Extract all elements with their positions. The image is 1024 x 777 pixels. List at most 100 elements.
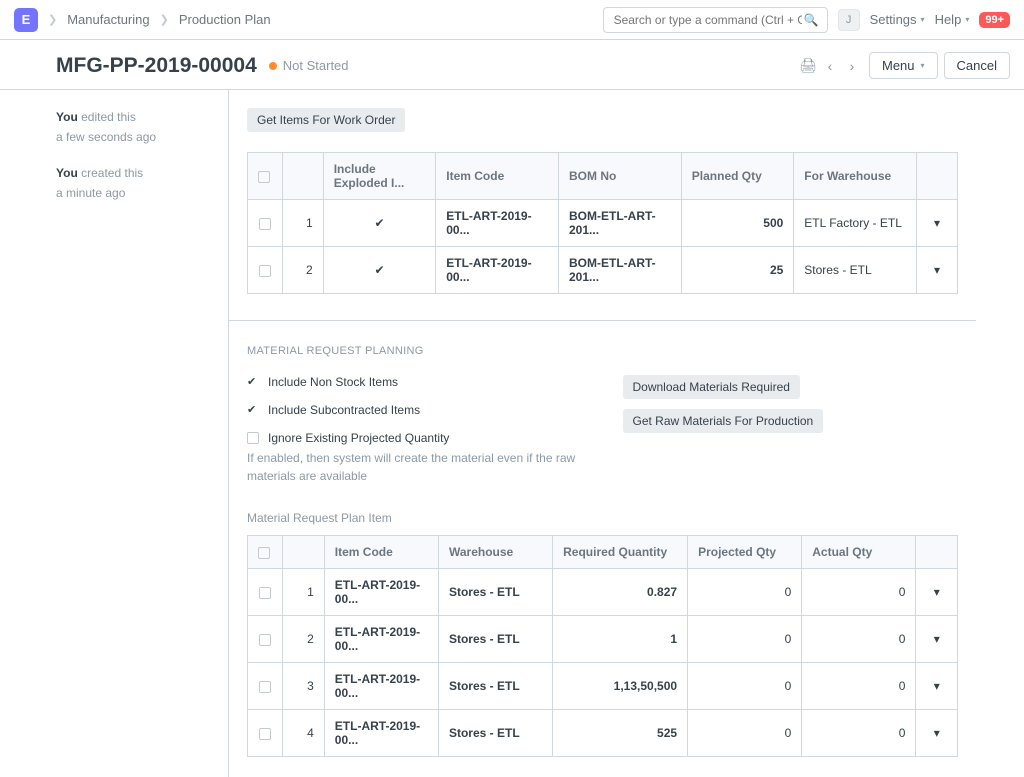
row-checkbox[interactable] [259, 728, 271, 740]
cell-bom-no[interactable]: BOM-ETL-ART-201... [559, 247, 682, 294]
search-input[interactable] [612, 12, 804, 28]
cell-warehouse[interactable]: Stores - ETL [794, 247, 917, 294]
work-order-items-table: Include Exploded I... Item Code BOM No P… [247, 152, 958, 294]
cell-projected-qty[interactable]: 0 [688, 663, 802, 710]
timeline-action: created this [81, 166, 143, 180]
plan-table-title: Material Request Plan Item [247, 511, 958, 525]
checkbox-icon [247, 432, 259, 444]
cell-item-code[interactable]: ETL-ART-2019-00... [436, 200, 559, 247]
chevron-right-icon: ❯ [160, 13, 169, 26]
col-actual-qty[interactable]: Actual Qty [802, 536, 916, 569]
cell-actual-qty[interactable]: 0 [802, 710, 916, 757]
col-warehouse[interactable]: Warehouse [438, 536, 552, 569]
cell-actual-qty[interactable]: 0 [802, 569, 916, 616]
mrp-heading: MATERIAL REQUEST PLANNING [247, 345, 958, 357]
cell-planned-qty[interactable]: 500 [681, 200, 794, 247]
app-logo[interactable]: E [14, 8, 38, 32]
row-checkbox[interactable] [259, 265, 271, 277]
cell-item-code[interactable]: ETL-ART-2019-00... [324, 616, 438, 663]
row-checkbox[interactable] [259, 587, 271, 599]
include-nonstock-checkbox[interactable]: ✔ Include Non Stock Items [247, 375, 583, 389]
row-checkbox[interactable] [259, 681, 271, 693]
material-request-plan-table: Item Code Warehouse Required Quantity Pr… [247, 535, 958, 757]
col-index [282, 153, 323, 200]
col-required-qty[interactable]: Required Quantity [553, 536, 688, 569]
cell-required-qty[interactable]: 0.827 [553, 569, 688, 616]
timeline-actor: You [56, 166, 78, 180]
status-text: Not Started [283, 58, 349, 73]
table-row[interactable]: 3 ETL-ART-2019-00... Stores - ETL 1,13,5… [248, 663, 958, 710]
row-menu-icon[interactable]: ▾ [917, 247, 958, 294]
row-checkbox[interactable] [259, 218, 271, 230]
table-row[interactable]: 2 ETL-ART-2019-00... Stores - ETL 1 0 0 … [248, 616, 958, 663]
topbar: E ❯ Manufacturing ❯ Production Plan 🔍 J … [0, 0, 1024, 40]
cell-bom-no[interactable]: BOM-ETL-ART-201... [559, 200, 682, 247]
cell-projected-qty[interactable]: 0 [688, 616, 802, 663]
page-title: MFG-PP-2019-00004 [56, 54, 257, 78]
print-icon[interactable]: 🖨 [797, 57, 819, 74]
cell-item-code[interactable]: ETL-ART-2019-00... [324, 663, 438, 710]
row-menu-icon[interactable]: ▾ [916, 616, 958, 663]
cell-exploded: ✔ [323, 200, 436, 247]
row-menu-icon[interactable]: ▾ [916, 663, 958, 710]
cell-warehouse[interactable]: Stores - ETL [438, 616, 552, 663]
search-icon: 🔍 [804, 13, 819, 27]
row-index: 1 [283, 569, 325, 616]
get-raw-materials-button[interactable]: Get Raw Materials For Production [623, 409, 824, 433]
settings-label: Settings [870, 12, 917, 27]
cancel-button[interactable]: Cancel [944, 52, 1010, 79]
next-icon[interactable]: › [841, 58, 863, 74]
timeline-entry: You edited this a few seconds ago [56, 108, 216, 146]
notification-badge[interactable]: 99+ [979, 12, 1010, 28]
cell-required-qty[interactable]: 1 [553, 616, 688, 663]
row-index: 3 [283, 663, 325, 710]
ignore-projected-checkbox[interactable]: Ignore Existing Projected Quantity [247, 431, 583, 445]
cell-projected-qty[interactable]: 0 [688, 569, 802, 616]
get-items-work-order-button[interactable]: Get Items For Work Order [247, 108, 405, 132]
col-projected-qty[interactable]: Projected Qty [688, 536, 802, 569]
chevron-right-icon: ❯ [48, 13, 57, 26]
include-subcontracted-checkbox[interactable]: ✔ Include Subcontracted Items [247, 403, 583, 417]
col-item-code[interactable]: Item Code [436, 153, 559, 200]
user-avatar[interactable]: J [838, 9, 860, 31]
row-menu-icon[interactable]: ▾ [917, 200, 958, 247]
table-row[interactable]: 2 ✔ ETL-ART-2019-00... BOM-ETL-ART-201..… [248, 247, 958, 294]
table-row[interactable]: 1 ✔ ETL-ART-2019-00... BOM-ETL-ART-201..… [248, 200, 958, 247]
row-menu-icon[interactable]: ▾ [916, 710, 958, 757]
cell-warehouse[interactable]: Stores - ETL [438, 663, 552, 710]
menu-button[interactable]: Menu ▾ [869, 52, 938, 79]
cell-projected-qty[interactable]: 0 [688, 710, 802, 757]
cell-item-code[interactable]: ETL-ART-2019-00... [324, 710, 438, 757]
ignore-projected-hint: If enabled, then system will create the … [247, 449, 583, 485]
cell-required-qty[interactable]: 1,13,50,500 [553, 663, 688, 710]
help-menu[interactable]: Help ▾ [935, 12, 970, 27]
cell-required-qty[interactable]: 525 [553, 710, 688, 757]
col-include-exploded[interactable]: Include Exploded I... [323, 153, 436, 200]
breadcrumb-manufacturing[interactable]: Manufacturing [67, 12, 149, 27]
download-materials-button[interactable]: Download Materials Required [623, 375, 800, 399]
prev-icon[interactable]: ‹ [819, 58, 841, 74]
col-item-code[interactable]: Item Code [324, 536, 438, 569]
table-row[interactable]: 4 ETL-ART-2019-00... Stores - ETL 525 0 … [248, 710, 958, 757]
select-all-checkbox[interactable] [248, 153, 283, 200]
cell-planned-qty[interactable]: 25 [681, 247, 794, 294]
row-index: 2 [283, 616, 325, 663]
cell-warehouse[interactable]: Stores - ETL [438, 710, 552, 757]
col-planned-qty[interactable]: Planned Qty [681, 153, 794, 200]
row-menu-icon[interactable]: ▾ [916, 569, 958, 616]
settings-menu[interactable]: Settings ▾ [870, 12, 925, 27]
timeline-action: edited this [81, 110, 136, 124]
select-all-checkbox[interactable] [248, 536, 283, 569]
table-row[interactable]: 1 ETL-ART-2019-00... Stores - ETL 0.827 … [248, 569, 958, 616]
cell-item-code[interactable]: ETL-ART-2019-00... [436, 247, 559, 294]
breadcrumb-production-plan[interactable]: Production Plan [179, 12, 271, 27]
col-for-warehouse[interactable]: For Warehouse [794, 153, 917, 200]
main-panel: Get Items For Work Order Include Explode… [228, 90, 976, 777]
global-search[interactable]: 🔍 [603, 7, 828, 33]
cell-actual-qty[interactable]: 0 [802, 616, 916, 663]
cell-item-code[interactable]: ETL-ART-2019-00... [324, 569, 438, 616]
cell-warehouse[interactable]: Stores - ETL [438, 569, 552, 616]
cell-actual-qty[interactable]: 0 [802, 663, 916, 710]
col-bom-no[interactable]: BOM No [559, 153, 682, 200]
cell-warehouse[interactable]: ETL Factory - ETL [794, 200, 917, 247]
